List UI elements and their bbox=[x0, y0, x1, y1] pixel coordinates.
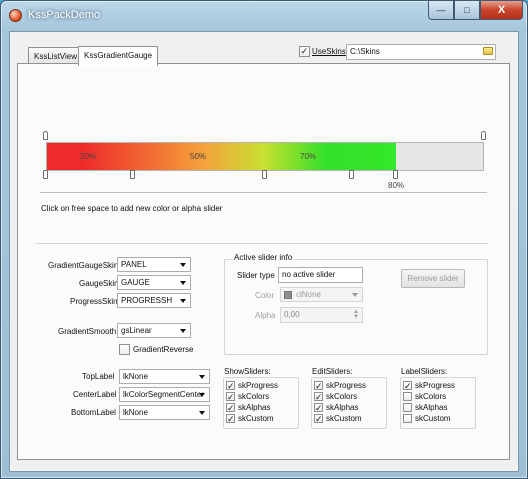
alpha-label: Alpha bbox=[255, 311, 276, 320]
gradient-smooth-value: gsLinear bbox=[121, 326, 152, 335]
show-sliders-skcustom-checkbox[interactable] bbox=[226, 414, 235, 423]
slider-type-label: Slider type bbox=[237, 271, 275, 280]
bottom-label-label: BottomLabel bbox=[71, 408, 116, 417]
chevron-down-icon bbox=[199, 393, 205, 397]
color-slider-handle[interactable] bbox=[349, 170, 354, 179]
alpha-slider-handle[interactable] bbox=[43, 131, 48, 140]
label-sliders-skcolors-label[interactable]: skColors bbox=[415, 392, 446, 401]
chevron-down-icon bbox=[199, 375, 205, 379]
chevron-down-icon bbox=[180, 299, 186, 303]
active-slider-info-title: Active slider info bbox=[232, 253, 295, 262]
color-value: clNone bbox=[296, 290, 321, 299]
progress-slider-handle[interactable] bbox=[393, 170, 398, 179]
divider bbox=[36, 243, 488, 244]
label-sliders-skalphas-checkbox[interactable] bbox=[403, 403, 412, 412]
folder-icon[interactable] bbox=[483, 47, 493, 55]
label-sliders-skcustom-label[interactable]: skCustom bbox=[415, 414, 451, 423]
gradient-reverse-checkbox[interactable] bbox=[119, 344, 130, 355]
gauge-hint: Click on free space to add new color or … bbox=[41, 204, 223, 213]
edit-sliders-skprogress-checkbox[interactable] bbox=[314, 381, 323, 390]
gauge-skin-value: GAUGE bbox=[121, 278, 150, 287]
center-label-select[interactable]: lkColorSegmentCenter bbox=[119, 387, 210, 402]
gauge-label-70: 70% bbox=[300, 152, 317, 161]
color-label: Color bbox=[255, 291, 275, 300]
remove-slider-button[interactable]: Remove slider bbox=[401, 269, 465, 288]
label-sliders-skalphas-label[interactable]: skAlphas bbox=[415, 403, 447, 412]
label-sliders-title: LabelSliders: bbox=[401, 367, 448, 376]
bottom-label-value: lkNone bbox=[123, 408, 148, 417]
edit-sliders-skalphas-checkbox[interactable] bbox=[314, 403, 323, 412]
gradient-gauge-skin-label: GradientGaugeSkin bbox=[48, 261, 119, 270]
label-sliders-skcustom-checkbox[interactable] bbox=[403, 414, 412, 423]
bottom-label-select[interactable]: lkNone bbox=[119, 405, 210, 420]
color-slider-handle[interactable] bbox=[43, 170, 48, 179]
progress-label: 80% bbox=[388, 181, 405, 190]
gauge-skin-select[interactable]: GAUGE bbox=[117, 275, 191, 290]
maximize-button[interactable]: □ bbox=[454, 1, 480, 20]
show-sliders-skcolors-checkbox[interactable] bbox=[226, 392, 235, 401]
gauge-progress-fill bbox=[47, 143, 396, 170]
chevron-down-icon bbox=[180, 329, 186, 333]
tab-kssgradientgauge[interactable]: KssGradientGauge bbox=[78, 46, 159, 66]
skins-path-input[interactable]: C:\Skins bbox=[346, 44, 496, 60]
chevron-down-icon bbox=[352, 293, 358, 297]
title-bar[interactable]: KssPackDemo — □ X bbox=[1, 1, 528, 31]
color-select[interactable]: clNone bbox=[280, 287, 363, 302]
gradient-reverse-label[interactable]: GradientReverse bbox=[133, 345, 193, 354]
close-button[interactable]: X bbox=[480, 1, 523, 20]
label-sliders-skprogress-label[interactable]: skProgress bbox=[415, 381, 455, 390]
show-sliders-skprogress-checkbox[interactable] bbox=[226, 381, 235, 390]
color-slider-handle[interactable] bbox=[130, 170, 135, 179]
gauge-skin-label: GaugeSkin bbox=[79, 279, 119, 288]
gauge-label-20: 20% bbox=[80, 152, 97, 161]
top-label-select[interactable]: lkNone bbox=[119, 369, 210, 384]
alpha-slider-handle[interactable] bbox=[481, 131, 486, 140]
progress-skin-select[interactable]: PROGRESSH bbox=[117, 293, 191, 308]
app-icon bbox=[9, 9, 22, 22]
gradient-gauge[interactable]: 20% 50% 70% bbox=[46, 142, 484, 171]
top-label-value: lkNone bbox=[123, 372, 148, 381]
edit-sliders-skcustom-checkbox[interactable] bbox=[314, 414, 323, 423]
edit-sliders-title: EditSliders: bbox=[312, 367, 353, 376]
caption-buttons: — □ X bbox=[428, 1, 523, 20]
edit-sliders-skalphas-label[interactable]: skAlphas bbox=[326, 403, 358, 412]
show-sliders-skalphas-label[interactable]: skAlphas bbox=[238, 403, 270, 412]
color-slider-handle[interactable] bbox=[262, 170, 267, 179]
show-sliders-skcustom-label[interactable]: skCustom bbox=[238, 414, 274, 423]
gradient-smooth-select[interactable]: gsLinear bbox=[117, 323, 191, 338]
gradient-smooth-label: GradientSmooth bbox=[58, 327, 117, 336]
show-sliders-skcolors-label[interactable]: skColors bbox=[238, 392, 269, 401]
edit-sliders-skcustom-label[interactable]: skCustom bbox=[326, 414, 362, 423]
use-skins-label[interactable]: UseSkins bbox=[312, 47, 346, 56]
gauge-label-50: 50% bbox=[190, 152, 207, 161]
slider-type-input[interactable]: no active slider bbox=[278, 267, 363, 283]
slider-type-value: no active slider bbox=[282, 270, 336, 279]
chevron-down-icon bbox=[180, 281, 186, 285]
chevron-down-icon bbox=[199, 411, 205, 415]
edit-sliders-skcolors-checkbox[interactable] bbox=[314, 392, 323, 401]
show-sliders-skalphas-checkbox[interactable] bbox=[226, 403, 235, 412]
center-label-label: CenterLabel bbox=[73, 390, 117, 399]
center-label-value: lkColorSegmentCenter bbox=[123, 390, 204, 399]
alpha-spin-input[interactable]: 0,00 ▲ ▼ bbox=[280, 307, 363, 323]
alpha-value: 0,00 bbox=[284, 310, 300, 319]
color-swatch bbox=[284, 291, 292, 299]
skins-path-value: C:\Skins bbox=[350, 47, 380, 56]
gradient-gauge-skin-select[interactable]: PANEL bbox=[117, 257, 191, 272]
show-sliders-title: ShowSliders: bbox=[224, 367, 271, 376]
label-sliders-skcolors-checkbox[interactable] bbox=[403, 392, 412, 401]
use-skins-checkbox[interactable] bbox=[299, 46, 310, 57]
chevron-down-icon bbox=[180, 263, 186, 267]
label-sliders-skprogress-checkbox[interactable] bbox=[403, 381, 412, 390]
show-sliders-skprogress-label[interactable]: skProgress bbox=[238, 381, 278, 390]
spin-arrows-icon[interactable]: ▲ ▼ bbox=[353, 309, 359, 320]
edit-sliders-skprogress-label[interactable]: skProgress bbox=[326, 381, 366, 390]
edit-sliders-skcolors-label[interactable]: skColors bbox=[326, 392, 357, 401]
window-title: KssPackDemo bbox=[28, 9, 101, 21]
minimize-button[interactable]: — bbox=[428, 1, 454, 20]
gradient-gauge-skin-value: PANEL bbox=[121, 260, 147, 269]
progress-skin-label: ProgressSkin bbox=[70, 297, 118, 306]
top-label-label: TopLabel bbox=[82, 372, 115, 381]
progress-skin-value: PROGRESSH bbox=[121, 296, 173, 305]
